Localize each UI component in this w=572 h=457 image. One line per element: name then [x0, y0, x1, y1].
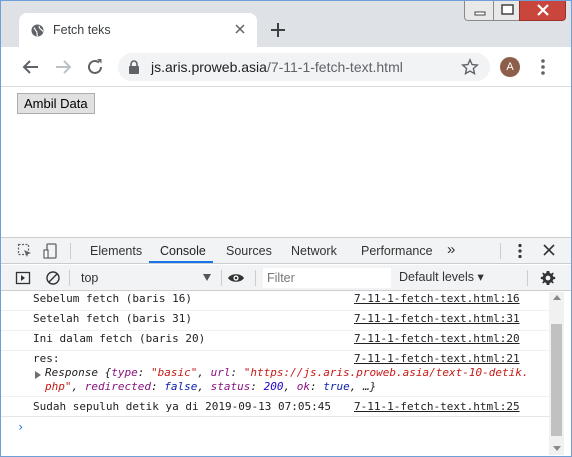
minimize-button[interactable]: [464, 1, 494, 21]
obj-key: redirected: [84, 380, 151, 393]
console-toolbar: top Default levels ▾: [1, 265, 571, 291]
console-row: Sebelum fetch (baris 16) 7-11-1-fetch-te…: [1, 292, 549, 311]
page-viewport: Ambil Data: [1, 87, 571, 237]
source-link[interactable]: 7-11-1-fetch-text.html:16: [354, 292, 520, 305]
expand-triangle-icon[interactable]: [35, 371, 41, 379]
source-link[interactable]: 7-11-1-fetch-text.html:25: [354, 400, 520, 413]
obj-boolean: false: [164, 380, 198, 393]
caret-down-icon: [203, 274, 211, 281]
obj-string: "basic": [150, 366, 198, 379]
context-label: top: [81, 271, 99, 285]
tab-strip: Fetch teks: [1, 1, 571, 47]
kebab-menu-icon[interactable]: [534, 57, 552, 77]
obj-key: url: [210, 366, 231, 379]
inspect-element-icon[interactable]: [17, 243, 33, 259]
star-icon[interactable]: [461, 58, 479, 76]
tab-network[interactable]: Network: [291, 244, 337, 258]
forward-arrow-icon[interactable]: [52, 56, 74, 78]
maximize-icon: [501, 4, 514, 15]
obj-suffix: , …}: [349, 380, 377, 393]
obj-number: 200: [263, 380, 284, 393]
device-toolbar-icon[interactable]: [43, 243, 59, 259]
console-row: Setelah fetch (baris 31) 7-11-1-fetch-te…: [1, 311, 549, 331]
tab-sources[interactable]: Sources: [226, 244, 272, 258]
close-icon[interactable]: [233, 22, 247, 36]
clear-console-icon[interactable]: [45, 270, 61, 286]
console-prompt[interactable]: ›: [17, 420, 24, 434]
reload-icon[interactable]: [84, 56, 106, 78]
response-object-line1[interactable]: Response {type: "basic", url: "https://j…: [45, 366, 529, 379]
back-arrow-icon[interactable]: [20, 56, 42, 78]
url-host: js.aris.proweb.asia: [151, 59, 267, 75]
console-row: Ini dalam fetch (baris 20) 7-11-1-fetch-…: [1, 331, 549, 351]
log-levels-dropdown[interactable]: Default levels ▾: [399, 269, 484, 284]
browser-toolbar: js.aris.proweb.asia/7-11-1-fetch-text.ht…: [1, 47, 571, 87]
tab-console[interactable]: Console: [160, 244, 206, 258]
console-row: res: 7-11-1-fetch-text.html:21 Response …: [1, 351, 549, 397]
source-link[interactable]: 7-11-1-fetch-text.html:31: [354, 312, 520, 325]
minimize-icon: [474, 11, 486, 16]
plus-icon[interactable]: [265, 17, 291, 43]
obj-boolean: true: [323, 380, 350, 393]
close-icon: [537, 4, 549, 16]
address-bar[interactable]: js.aris.proweb.asia/7-11-1-fetch-text.ht…: [118, 53, 490, 81]
scroll-up-arrow-icon[interactable]: [553, 295, 561, 300]
obj-prefix: Response {: [45, 366, 112, 379]
divider: [70, 243, 71, 259]
source-link[interactable]: 7-11-1-fetch-text.html:21: [354, 352, 520, 365]
console-message: Sudah sepuluh detik ya di 2019-09-13 07:…: [33, 400, 332, 413]
eye-icon[interactable]: [227, 270, 245, 286]
divider: [527, 270, 528, 286]
window-close-button[interactable]: [519, 1, 566, 21]
gear-icon[interactable]: [540, 270, 556, 286]
obj-string: php": [45, 380, 72, 393]
divider: [255, 270, 256, 286]
globe-icon: [31, 24, 44, 37]
console-row: Sudah sepuluh detik ya di 2019-09-13 07:…: [1, 397, 549, 417]
scroll-down-arrow-icon[interactable]: [553, 446, 561, 451]
more-tabs-button[interactable]: »: [447, 241, 455, 258]
url-path: /7-11-1-fetch-text.html: [266, 59, 403, 75]
obj-key: status: [210, 380, 251, 393]
divider: [500, 243, 501, 259]
divider: [69, 270, 70, 286]
profile-avatar[interactable]: A: [500, 57, 520, 77]
devtools-close-icon[interactable]: [542, 243, 556, 257]
context-selector[interactable]: top: [75, 268, 215, 288]
obj-key: type: [111, 366, 138, 379]
obj-string: "https://js.aris.proweb.asia/text-10-det…: [243, 366, 529, 379]
console-filter-input[interactable]: [263, 268, 391, 288]
console-message: Setelah fetch (baris 31): [33, 312, 192, 325]
tab-performance[interactable]: Performance: [361, 244, 433, 258]
browser-tab[interactable]: Fetch teks: [19, 13, 257, 47]
console-message: Sebelum fetch (baris 16): [33, 292, 192, 305]
tab-title: Fetch teks: [53, 23, 111, 37]
browser-window: Fetch teks js.aris.proweb.asia/7-11-1-fe…: [0, 0, 572, 457]
console-message: res:: [33, 352, 60, 365]
maximize-button[interactable]: [493, 1, 520, 21]
divider: [221, 270, 222, 286]
console-log: Sebelum fetch (baris 16) 7-11-1-fetch-te…: [1, 292, 549, 455]
lock-icon[interactable]: [128, 60, 140, 74]
tab-elements[interactable]: Elements: [90, 244, 142, 258]
devtools-tab-bar: Elements Console Sources Network Perform…: [1, 238, 571, 264]
source-link[interactable]: 7-11-1-fetch-text.html:20: [354, 332, 520, 345]
scroll-thumb[interactable]: [551, 324, 562, 436]
active-tab-indicator: [149, 261, 213, 263]
devtools-menu-icon[interactable]: [513, 242, 527, 260]
ambil-data-button[interactable]: Ambil Data: [17, 93, 95, 114]
obj-key: ok: [296, 380, 310, 393]
url-text[interactable]: js.aris.proweb.asia/7-11-1-fetch-text.ht…: [151, 59, 403, 75]
sidebar-toggle-icon[interactable]: [15, 270, 31, 286]
console-message: Ini dalam fetch (baris 20): [33, 332, 206, 345]
devtools-panel: Elements Console Sources Network Perform…: [1, 237, 571, 456]
console-scrollbar[interactable]: [549, 292, 564, 455]
response-object-line2[interactable]: php", redirected: false, status: 200, ok…: [45, 380, 376, 393]
